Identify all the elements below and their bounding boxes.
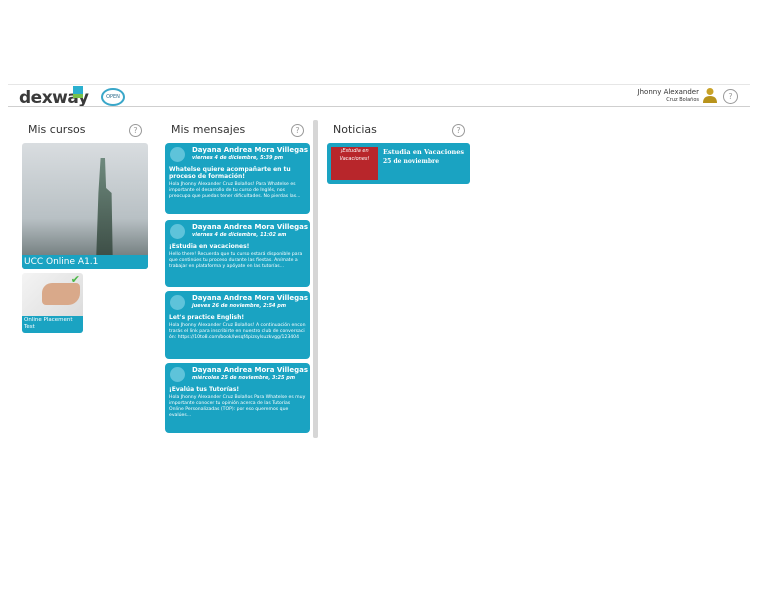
message-body: Hola Jhonny Alexander Cruz Bolaños! A co… [169, 323, 306, 340]
messages-help-icon[interactable]: ? [291, 124, 304, 137]
message-body: Hello there! Recuerda que tu curso estar… [169, 252, 303, 269]
news-title: Noticias [333, 123, 377, 136]
message-sender: Dayana Andrea Mora Villegas [192, 223, 309, 231]
news-date: 25 de noviembre [383, 158, 440, 165]
message-sender: Dayana Andrea Mora Villegas [192, 294, 309, 302]
news-help-icon[interactable]: ? [452, 124, 465, 137]
sender-avatar-icon [170, 367, 185, 382]
message-item[interactable]: Dayana Andrea Mora Villegas jueves 26 de… [165, 291, 310, 359]
placement-test-title: Online Placement Test [22, 316, 83, 333]
completed-check-icon: ✔ [70, 273, 80, 286]
sender-avatar-icon [170, 295, 185, 310]
scrollbar-thumb[interactable] [313, 120, 318, 438]
course-card[interactable]: UCC Online A1.1 [22, 143, 148, 269]
message-sender: Dayana Andrea Mora Villegas [192, 146, 309, 154]
message-body: Hola Jhonny Alexander Cruz Bolaños Para … [169, 395, 306, 418]
typing-hands-image [42, 283, 80, 305]
header-bottom-divider [8, 106, 750, 107]
message-sender: Dayana Andrea Mora Villegas [192, 366, 309, 374]
message-date: viernes 4 de diciembre, 5:39 pm [192, 155, 284, 161]
message-subject: ¡Estudia en vacaciones! [169, 243, 250, 250]
help-icon[interactable]: ? [723, 89, 738, 104]
sender-avatar-icon [170, 147, 185, 162]
message-item[interactable]: Dayana Andrea Mora Villegas viernes 4 de… [165, 220, 310, 287]
header-top-divider [8, 84, 750, 85]
message-date: jueves 26 de noviembre, 2:54 pm [192, 303, 287, 309]
message-subject: ¡Evalúa tus Tutorías! [169, 386, 240, 393]
message-item[interactable]: Dayana Andrea Mora Villegas miércoles 25… [165, 363, 310, 433]
courses-help-icon[interactable]: ? [129, 124, 142, 137]
dexway-logo-mark-icon [73, 86, 83, 98]
partner-logo: OPEN [101, 88, 125, 106]
user-first-name[interactable]: Jhonny Alexander [638, 88, 699, 96]
course-title: UCC Online A1.1 [22, 255, 148, 269]
user-last-name[interactable]: Cruz Bolaños [666, 97, 699, 103]
message-date: viernes 4 de diciembre, 11:02 am [192, 232, 287, 238]
message-date: miércoles 25 de noviembre, 3:25 pm [192, 375, 296, 381]
statue-of-liberty-image [96, 158, 113, 258]
messages-scrollbar[interactable] [313, 120, 318, 438]
sender-avatar-icon [170, 224, 185, 239]
message-subject: Let's practice English! [169, 314, 245, 321]
message-subject: Whatelse quiere acompañarte en tu proces… [169, 166, 291, 180]
message-body: Hola Jhonny Alexander Cruz Bolaños! Para… [169, 182, 301, 199]
news-item[interactable]: ¡Estudia en Vacaciones! Estudia en Vacac… [327, 143, 470, 184]
message-item[interactable]: Dayana Andrea Mora Villegas viernes 4 de… [165, 143, 310, 214]
news-title: Estudia en Vacaciones [383, 148, 465, 156]
user-avatar-icon[interactable] [703, 87, 717, 103]
news-image: ¡Estudia en Vacaciones! [331, 147, 378, 180]
placement-test-card[interactable]: ✔ Online Placement Test [22, 273, 83, 333]
messages-title: Mis mensajes [171, 123, 246, 136]
courses-title: Mis cursos [28, 123, 86, 136]
